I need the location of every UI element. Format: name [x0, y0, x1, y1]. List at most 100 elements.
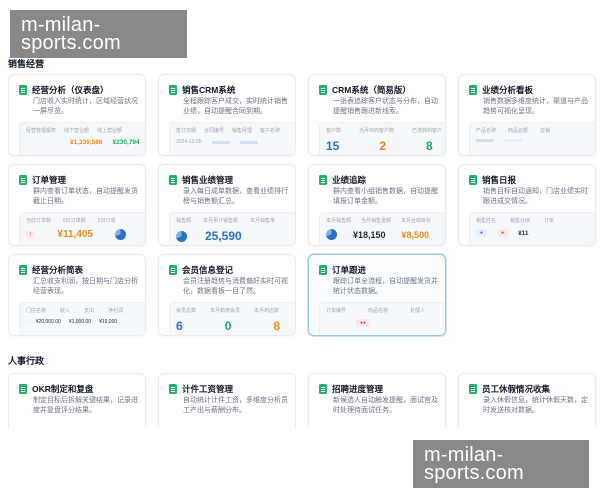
document-icon — [469, 85, 477, 95]
card-preview: 签订日期 合同编号 销售经理 客户名称 2024-12-05 — [169, 122, 295, 155]
preview-value: ¥20,000.00 — [35, 319, 61, 325]
preview-value: 0 — [224, 319, 232, 333]
preview-heading: 销售额 — [176, 218, 192, 224]
card-preview: 销售姓名 销售业绩 订单 ● ● ¥11 — [469, 212, 595, 245]
preview-heading: 经营管理报表 — [26, 128, 57, 134]
template-card-leave-collection[interactable]: 员工休假情况收集 录入休假信息，统计休假天数，定时发送核对数据。 — [458, 373, 596, 427]
preview-heading: 商品名称 — [368, 308, 389, 314]
card-title: OKR制定和复盘 — [32, 384, 94, 394]
card-title: CRM系统（简易版） — [332, 85, 411, 95]
preview-heading: 本月销售额 — [326, 218, 352, 224]
document-icon — [319, 175, 327, 185]
document-icon — [169, 265, 177, 275]
card-description: 群内查看订单状态，自动提醒发货截止日期。 — [33, 188, 138, 205]
card-preview: 当前订单数 5日订单额 5日订单 ! ¥11,405 — [19, 212, 145, 245]
preview-heading: 产品名称 — [476, 128, 497, 134]
section-title-sales: 销售经营 — [8, 59, 45, 69]
pie-chart-icon — [115, 229, 126, 240]
card-description: 跟踪订单全流程，自动提醒发货并统计状态数据。 — [333, 278, 438, 295]
progress-bar — [211, 140, 230, 144]
preview-heading: 商品总额 — [508, 128, 529, 134]
preview-heading: 客户名称 — [260, 128, 281, 134]
preview-value: ¥1,339,586 — [70, 139, 103, 146]
preview-heading: 处理人 — [410, 308, 426, 314]
progress-bar — [476, 139, 494, 142]
template-card-sales-performance[interactable]: 销售业绩管理 录入每日成单数据，查看业绩排行榜与销售额汇总。 销售额 本月累计销售… — [158, 164, 296, 246]
card-preview: 会员总数 本月新增会员 本月到店数 6 0 8 — [169, 302, 295, 335]
card-title: 销售日报 — [482, 175, 517, 185]
card-title: 业绩追踪 — [332, 175, 367, 185]
document-icon — [169, 175, 177, 185]
preview-heading: 已流转的客户 — [412, 128, 443, 134]
template-card-daily-sales-report[interactable]: 销售日报 销售目标自动通知，门店业绩实时跟进成交情况。 销售姓名 销售业绩 订单 ●… — [458, 164, 596, 246]
preview-value: ¥230,794 — [112, 139, 140, 146]
preview-value: 2 — [379, 139, 387, 153]
card-preview: 门店名称 收入 支出 净利润 ◦ ¥20,000.00 ¥1,000.00 ¥19,000 — [19, 302, 145, 335]
preview-heading: 客户数 — [326, 128, 342, 134]
section-title-hr: 人事行政 — [8, 356, 45, 366]
card-title: 订单跟进 — [332, 265, 367, 275]
preview-heading: 本月新增会员 — [210, 308, 241, 314]
preview-value: ¥1,000.00 — [68, 319, 92, 325]
preview-heading: 签订日期 — [176, 128, 197, 134]
preview-heading: 线下营业额 — [64, 128, 90, 134]
template-card-performance-tracking[interactable]: 业绩追踪 群内查看小组销售数据，自动提醒填报订单金额。 本月销售额 当月销售金额本… — [308, 164, 446, 246]
status-badge: ●● — [356, 319, 371, 327]
preview-heading: 订单 — [544, 218, 555, 224]
preview-heading: 本月业绩目标 — [401, 218, 432, 224]
document-icon — [319, 384, 327, 394]
preview-value: 15 — [326, 139, 340, 153]
status-badge: ● — [476, 229, 488, 237]
preview-heading: 当月中的客户数 — [359, 128, 395, 134]
template-card-order-follow-up[interactable]: 订单跟进 跟踪订单全流程，自动提醒发货并统计状态数据。 订单编号 商品名称 处理人 … — [308, 254, 446, 336]
preview-value: 8 — [426, 139, 433, 153]
template-card-recruiting-progress[interactable]: 招聘进度管理 新候选人自动触发提醒，面试官及时处理待面试任务。 — [308, 373, 446, 427]
preview-heading: 5日订单额 — [63, 218, 86, 224]
card-description: 销售数据多维度统计，渠道与产品趋势可视化呈现。 — [483, 98, 588, 115]
card-title: 计件工资管理 — [182, 384, 234, 394]
preview-heading: 销售姓名 — [476, 218, 497, 224]
template-card-piece-rate-wages[interactable]: 计件工资管理 自动统计计件工资，多维度分析员工产出与薪酬分布。 — [158, 373, 296, 427]
card-title: 业绩分析看板 — [482, 85, 534, 95]
document-icon — [319, 265, 327, 275]
preview-value: ¥19,000 — [99, 319, 118, 325]
template-card-sales-crm[interactable]: 销售CRM系统 全程跟踪客户成交，实时统计销售业绩，自动提醒合同到期。 签订日期… — [158, 74, 296, 156]
preview-heading: 合同编号 — [204, 128, 225, 134]
progress-bar — [504, 139, 522, 142]
preview-heading: 销售经理 — [232, 128, 253, 134]
preview-heading: 当月销售金额 — [361, 218, 392, 224]
preview-value: ¥11,405 — [57, 229, 93, 240]
preview-heading: 总销 — [540, 128, 551, 134]
card-preview: 经营管理报表 线下营业额 线上营业额 ¥1,339,586 ¥230,794 — [19, 122, 145, 155]
card-title: 订单管理 — [32, 175, 67, 185]
card-title: 经营分析（仪表盘） — [32, 85, 109, 95]
template-card-order-management[interactable]: 订单管理 群内查看订单状态，自动提醒发货截止日期。 当前订单数 5日订单额 5日订单… — [8, 164, 146, 246]
card-title: 员工休假情况收集 — [482, 384, 551, 394]
watermark-top: m-milan-sports.com — [10, 10, 187, 58]
preview-value: ¥11 — [518, 229, 529, 237]
card-description: 汇总收支利润，按日期与门店分析经营表现。 — [33, 278, 138, 295]
card-title: 招聘进度管理 — [332, 384, 384, 394]
preview-heading: 收入 — [60, 308, 71, 314]
card-preview: 本月销售额 当月销售金额 本月业绩目标 ¥18,150 ¥8,500 — [319, 212, 445, 245]
document-icon — [19, 384, 27, 394]
card-description: 会员注册趋势与消费偏好实时可视化，数据看板一目了然。 — [183, 278, 288, 295]
template-card-member-registration[interactable]: 会员信息登记 会员注册趋势与消费偏好实时可视化，数据看板一目了然。 会员总数 本月… — [158, 254, 296, 336]
card-description: 全程跟踪客户成交，实时统计销售业绩，自动提醒合同到期。 — [183, 98, 288, 115]
template-card-crm-lite[interactable]: CRM系统（简易版） 一张表追踪客户状态与分布，自动提醒销售跟进新线索。 客户数… — [308, 74, 446, 156]
template-card-okr[interactable]: OKR制定和复盘 制定目标后拆解关键结果，记录进度并复盘评分结果。 — [8, 373, 146, 427]
pie-chart-icon — [176, 230, 187, 242]
template-card-business-summary[interactable]: 经营分析简表 汇总收支利润，按日期与门店分析经营表现。 门店名称 收入 支出 净利润 … — [8, 254, 146, 336]
preview-heading: 销售业绩 — [510, 218, 531, 224]
template-card-business-dashboard[interactable]: 经营分析（仪表盘） 门店收入实时统计，区域经营状况一屏尽览。 经营管理报表 线下营… — [8, 74, 146, 156]
preview-heading: 本月到店数 — [254, 308, 280, 314]
preview-value: 8 — [273, 319, 281, 333]
preview-value: ¥18,150 — [353, 229, 386, 240]
card-description: 录入休假信息，统计休假天数，定时发送核对数据。 — [483, 397, 588, 414]
pie-chart-icon — [326, 229, 337, 240]
preview-heading: 线上营业额 — [97, 128, 123, 134]
template-card-performance-board[interactable]: 业绩分析看板 销售数据多维度统计，渠道与产品趋势可视化呈现。 产品名称 商品总额 总… — [458, 74, 596, 156]
status-badge: ! — [26, 230, 36, 239]
card-title: 会员信息登记 — [182, 265, 234, 275]
card-preview: 订单编号 商品名称 处理人 ●● — [319, 302, 445, 335]
